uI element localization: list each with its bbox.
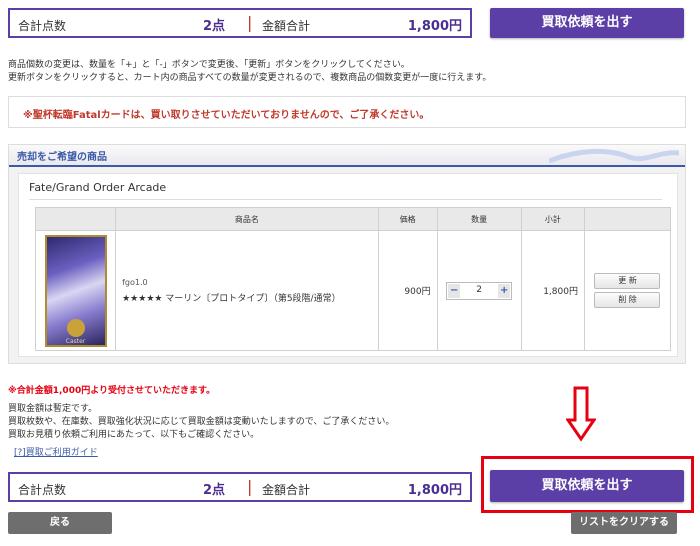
game-title-divider — [29, 199, 662, 200]
game-section: Fate/Grand Order Arcade 商品名 価格 数量 小計 Cas… — [18, 173, 678, 357]
quantity-stepper: − 2 + — [446, 281, 513, 300]
col-subtotal: 小計 — [520, 207, 585, 231]
info-line-3: 買取お見積り依頼ご利用にあたって、以下もご確認ください。 — [8, 430, 260, 440]
minimum-amount-notice: ※合計金額1,000円より受付させていただきます。 — [8, 386, 216, 396]
down-arrow-icon — [566, 386, 596, 442]
items-table-header: 商品名 価格 数量 小計 — [34, 207, 672, 231]
summary-separator: | — [247, 13, 253, 32]
back-button[interactable]: 戻る — [8, 512, 112, 534]
total-amount-label: 金額合計 — [262, 483, 311, 497]
card-class-caption: Caster — [65, 337, 86, 345]
actions-cell: 更 新 削 除 — [583, 230, 672, 351]
product-subtotal: 1,800円 — [520, 230, 585, 351]
summary-separator: | — [247, 477, 253, 496]
items-table: 商品名 価格 数量 小計 Caster fgo1.0 ★★★★★ マーリン〔プロ… — [34, 207, 672, 351]
col-image — [34, 207, 117, 231]
total-count-label: 合計点数 — [18, 19, 67, 33]
total-amount-label: 金額合計 — [262, 19, 311, 33]
product-code: fgo1.0 — [122, 277, 148, 287]
quantity-cell: − 2 + — [436, 230, 522, 351]
clear-list-button[interactable]: リストをクリアする — [571, 512, 677, 534]
fatal-card-warning-text: ※聖杯転臨Fatalカードは、買い取りさせていただいておりませんので、ご了承くだ… — [23, 110, 430, 121]
total-count-value: 2点 — [203, 483, 226, 498]
product-image-cell: Caster — [34, 230, 117, 351]
game-title: Fate/Grand Order Arcade — [29, 181, 167, 194]
sell-items-panel-header: 売却をご希望の商品 — [9, 145, 685, 167]
summary-bar-top: 合計点数 2点 | 金額合計 1,800円 — [8, 8, 472, 38]
quantity-minus-button[interactable]: − — [448, 283, 461, 298]
usage-guide-link[interactable]: [?]買取ご利用ガイド — [14, 445, 98, 458]
quantity-input[interactable]: 2 — [463, 285, 495, 295]
quantity-plus-button[interactable]: + — [498, 283, 511, 298]
quantity-change-note-2: 更新ボタンをクリックすると、カート内の商品すべての数量が変更されるので、複数商品… — [8, 73, 492, 83]
delete-button[interactable]: 削 除 — [594, 292, 661, 308]
product-name: ★★★★★ マーリン〔プロトタイプ〕（第5段階/通常） — [122, 293, 341, 304]
col-price: 価格 — [377, 207, 438, 231]
table-row: Caster fgo1.0 ★★★★★ マーリン〔プロトタイプ〕（第5段階/通常… — [34, 230, 672, 351]
sell-items-panel: 売却をご希望の商品 Fate/Grand Order Arcade 商品名 価格… — [8, 144, 686, 364]
submit-request-button-bottom[interactable]: 買取依頼を出す — [490, 470, 684, 502]
product-card-image[interactable]: Caster — [44, 234, 107, 347]
total-count-label: 合計点数 — [18, 483, 67, 497]
update-button[interactable]: 更 新 — [594, 273, 661, 289]
total-amount-value: 1,800円 — [407, 19, 462, 34]
info-line-2: 買取枚数や、在庫数、買取強化状況に応じて買取金額は変動いたしますので、ご了承くだ… — [8, 417, 395, 427]
product-name-cell: fgo1.0 ★★★★★ マーリン〔プロトタイプ〕（第5段階/通常） — [115, 230, 379, 351]
total-amount-value: 1,800円 — [407, 483, 462, 498]
wave-decoration-icon — [549, 148, 679, 163]
info-line-1: 買取金額は暫定です。 — [8, 404, 98, 414]
product-price: 900円 — [377, 230, 438, 351]
total-count-value: 2点 — [203, 19, 226, 34]
sell-items-panel-title: 売却をご希望の商品 — [17, 152, 107, 163]
fatal-card-warning-box: ※聖杯転臨Fatalカードは、買い取りさせていただいておりませんので、ご了承くだ… — [8, 96, 686, 128]
quantity-change-note-1: 商品個数の変更は、数量を「+」と「-」ボタンで変更後、「更新」ボタンをクリックし… — [8, 60, 410, 70]
submit-request-button-top[interactable]: 買取依頼を出す — [490, 8, 684, 38]
col-product-name: 商品名 — [115, 207, 379, 231]
col-quantity: 数量 — [436, 207, 522, 231]
summary-bar-bottom: 合計点数 2点 | 金額合計 1,800円 — [8, 472, 472, 502]
col-actions — [583, 207, 672, 231]
card-crest-icon — [66, 318, 85, 337]
